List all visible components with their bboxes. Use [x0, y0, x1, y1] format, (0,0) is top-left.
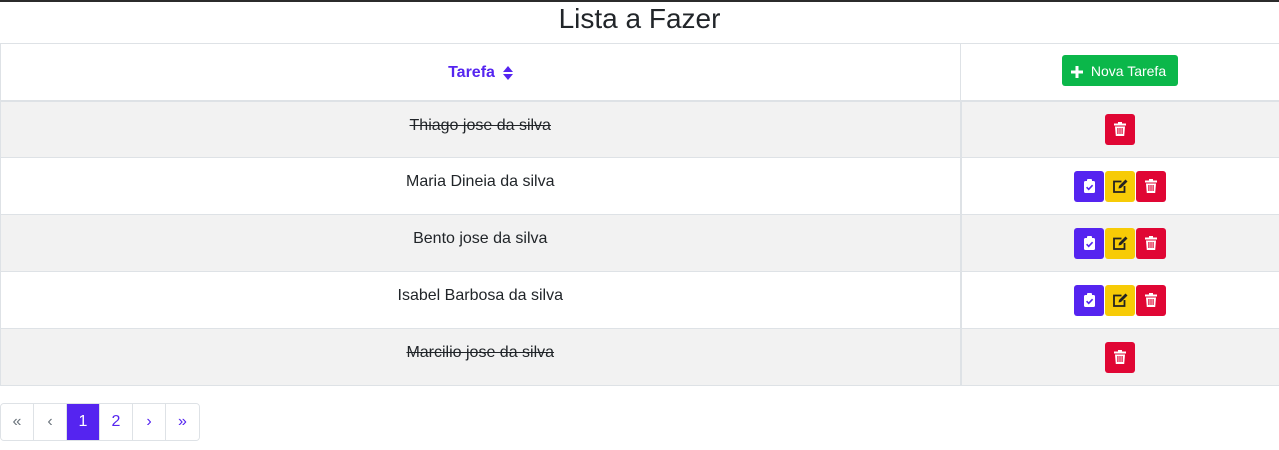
- task-text: Marcilio jose da silva: [406, 344, 555, 361]
- pagination: « ‹ 1 2 › »: [0, 403, 200, 441]
- new-task-label: Nova Tarefa: [1090, 62, 1167, 79]
- delete-button[interactable]: [1105, 341, 1136, 373]
- actions-cell: [959, 328, 1279, 386]
- page-link-2[interactable]: 2: [100, 404, 133, 440]
- trash-icon: [1145, 236, 1158, 250]
- actions-cell: [959, 271, 1279, 329]
- next-page-link[interactable]: ›: [133, 404, 166, 440]
- clipboard-check-icon: [1083, 179, 1095, 193]
- table-row: Isabel Barbosa da silva: [0, 271, 1279, 329]
- edit-icon: [1112, 293, 1128, 307]
- task-column-header: Tarefa: [0, 43, 961, 102]
- prev-page-link[interactable]: ‹: [34, 404, 67, 440]
- new-task-button[interactable]: Nova Tarefa: [1061, 55, 1179, 87]
- edit-button[interactable]: [1105, 227, 1136, 259]
- task-text: Bento jose da silva: [413, 230, 548, 247]
- todo-table: Tarefa Nova Tarefa Thiago jose da silva …: [0, 43, 1279, 386]
- task-cell: Maria Dineia da silva: [0, 157, 961, 215]
- delete-button[interactable]: [1136, 170, 1167, 202]
- task-cell: Isabel Barbosa da silva: [0, 271, 961, 329]
- edit-button[interactable]: [1105, 284, 1136, 316]
- complete-button[interactable]: [1074, 227, 1105, 259]
- task-text: Maria Dineia da silva: [405, 173, 555, 190]
- task-cell: Bento jose da silva: [0, 214, 961, 272]
- actions-cell: [959, 157, 1279, 215]
- table-row: Bento jose da silva: [0, 214, 1279, 272]
- clipboard-check-icon: [1083, 293, 1095, 307]
- table-row: Marcilio jose da silva: [0, 328, 1279, 386]
- first-page-link[interactable]: «: [1, 404, 34, 440]
- trash-icon: [1145, 293, 1158, 307]
- edit-button[interactable]: [1105, 170, 1136, 202]
- clipboard-check-icon: [1083, 236, 1095, 250]
- task-column-label: Tarefa: [448, 63, 495, 81]
- sort-icon: [502, 65, 513, 80]
- trash-icon: [1114, 122, 1127, 137]
- task-text: Thiago jose da silva: [409, 116, 551, 134]
- page-link-1[interactable]: 1: [67, 404, 100, 440]
- trash-icon: [1114, 350, 1127, 364]
- edit-icon: [1112, 236, 1128, 250]
- last-page-link[interactable]: »: [166, 404, 199, 440]
- actions-cell: [959, 100, 1279, 158]
- table-row: Thiago jose da silva: [0, 100, 1279, 158]
- sort-by-task-button[interactable]: Tarefa: [448, 64, 513, 82]
- task-text: Isabel Barbosa da silva: [397, 287, 563, 304]
- delete-button[interactable]: [1105, 113, 1136, 145]
- task-cell: Thiago jose da silva: [0, 100, 961, 158]
- complete-button[interactable]: [1074, 284, 1105, 316]
- action-buttons: [1074, 170, 1167, 202]
- table-row: Maria Dineia da silva: [0, 157, 1279, 215]
- action-buttons: [1105, 113, 1136, 145]
- edit-icon: [1112, 179, 1128, 193]
- actions-column-header: Nova Tarefa: [960, 43, 1279, 102]
- plus-icon: [1070, 65, 1083, 78]
- task-cell: Marcilio jose da silva: [0, 328, 961, 386]
- delete-button[interactable]: [1136, 227, 1167, 259]
- delete-button[interactable]: [1136, 284, 1167, 316]
- action-buttons: [1074, 227, 1167, 259]
- table-header-row: Tarefa Nova Tarefa: [0, 43, 1279, 102]
- actions-cell: [959, 214, 1279, 272]
- trash-icon: [1145, 179, 1158, 193]
- complete-button[interactable]: [1074, 170, 1105, 202]
- action-buttons: [1074, 284, 1167, 316]
- action-buttons: [1105, 341, 1136, 373]
- page-title: Lista a Fazer: [558, 3, 721, 34]
